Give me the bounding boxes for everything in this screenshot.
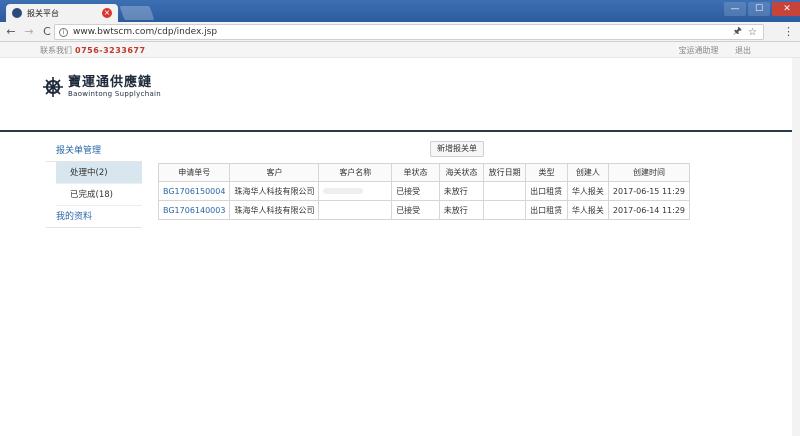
back-icon[interactable]: ←: [4, 25, 18, 39]
browser-toolbar: ← → C i www.bwtscm.com/cdp/index.jsp 🖈 ☆…: [0, 22, 800, 42]
table-row: BG1706150004 珠海华人科技有限公司 已接受 未放行 出口租赁 华人报…: [157, 181, 691, 201]
header-divider: [0, 130, 800, 132]
minimize-button[interactable]: —: [724, 2, 746, 16]
user-links: 宝运通助理 退出: [664, 45, 751, 56]
cell-created-time: 2017-06-14 11:29: [607, 200, 691, 220]
cell-customer: 珠海华人科技有限公司: [229, 200, 320, 220]
column-header: 申请单号: [157, 163, 231, 182]
logo-chinese-text: 寶運通供應鏈: [68, 75, 153, 90]
cell-customer-name: [318, 200, 393, 220]
sidebar: 报关单管理 处理中(2) 已完成(18) 我的资料: [46, 140, 142, 228]
contact-label: 联系我们: [40, 46, 72, 55]
column-header: 放行日期: [483, 163, 527, 182]
column-header: 客户: [229, 163, 320, 182]
application-number-link[interactable]: BG1706140003: [157, 200, 231, 220]
table-row: BG1706140003 珠海华人科技有限公司 已接受 未放行 出口租赁 华人报…: [157, 200, 691, 220]
add-declaration-button[interactable]: 新增报关单: [430, 141, 484, 157]
reload-icon[interactable]: C: [40, 25, 54, 39]
cell-customs-status: 未放行: [438, 181, 485, 201]
contact-info: 联系我们 0756-3233677: [40, 45, 146, 56]
column-header: 海关状态: [438, 163, 485, 182]
browser-titlebar: 报关平台 × — ☐ ✕: [0, 0, 800, 22]
address-bar[interactable]: i www.bwtscm.com/cdp/index.jsp 🖈 ☆: [54, 24, 764, 40]
browser-tab[interactable]: 报关平台 ×: [6, 4, 118, 22]
cell-release-date: [483, 181, 527, 201]
browser-menu-icon[interactable]: ⋮: [783, 25, 794, 38]
cell-type: 出口租赁: [525, 200, 568, 220]
cell-creator: 华人报关: [566, 200, 609, 220]
user-name-link[interactable]: 宝运通助理: [678, 46, 718, 55]
ship-wheel-icon: [43, 77, 63, 97]
declarations-table: 申请单号 客户 客户名称 单状态 海关状态 放行日期 类型 创建人 创建时间 B…: [157, 163, 691, 220]
cell-customer: 珠海华人科技有限公司: [229, 181, 320, 201]
logout-link[interactable]: 退出: [735, 46, 751, 55]
table-header-row: 申请单号 客户 客户名称 单状态 海关状态 放行日期 类型 创建人 创建时间: [157, 163, 691, 182]
site-top-strip: 联系我们 0756-3233677 宝运通助理 退出: [0, 42, 800, 58]
cell-customs-status: 未放行: [438, 200, 485, 220]
favicon-icon: [12, 8, 22, 18]
tab-title: 报关平台: [27, 8, 59, 18]
sidebar-heading-declarations[interactable]: 报关单管理: [46, 140, 142, 162]
column-header: 创建时间: [607, 163, 691, 182]
site-logo[interactable]: 寶運通供應鏈 Baowintong Supplychain: [42, 76, 161, 98]
window-close-button[interactable]: ✕: [772, 2, 800, 16]
tab-close-icon[interactable]: ×: [102, 8, 112, 18]
cell-creator: 华人报关: [566, 181, 609, 201]
blurred-text: [323, 187, 364, 194]
column-header: 客户名称: [318, 163, 393, 182]
cell-created-time: 2017-06-15 11:29: [607, 181, 691, 201]
cell-status: 已接受: [391, 200, 440, 220]
application-number-link[interactable]: BG1706150004: [157, 181, 231, 201]
forward-icon[interactable]: →: [22, 25, 36, 39]
page-scrollbar[interactable]: [792, 58, 800, 436]
window-controls: — ☐ ✕: [722, 2, 800, 16]
bookmark-star-icon[interactable]: ☆: [748, 27, 757, 38]
logo-english-text: Baowintong Supplychain: [68, 90, 162, 98]
sidebar-item-processing[interactable]: 处理中(2): [56, 162, 142, 184]
cell-status: 已接受: [391, 181, 440, 201]
sidebar-heading-profile[interactable]: 我的资料: [46, 206, 142, 228]
url-text[interactable]: www.bwtscm.com/cdp/index.jsp: [73, 27, 733, 37]
site-info-icon[interactable]: i: [59, 27, 68, 37]
sidebar-item-completed[interactable]: 已完成(18): [56, 184, 142, 206]
maximize-button[interactable]: ☐: [748, 2, 770, 16]
cell-customer-name: [318, 181, 393, 201]
cell-type: 出口租赁: [525, 181, 568, 201]
contact-phone: 0756-3233677: [75, 46, 146, 55]
column-header: 创建人: [566, 163, 609, 182]
cell-release-date: [483, 200, 527, 220]
new-tab-button[interactable]: [119, 6, 155, 20]
pin-icon[interactable]: 🖈: [733, 24, 742, 41]
column-header: 类型: [525, 163, 568, 182]
column-header: 单状态: [391, 163, 440, 182]
